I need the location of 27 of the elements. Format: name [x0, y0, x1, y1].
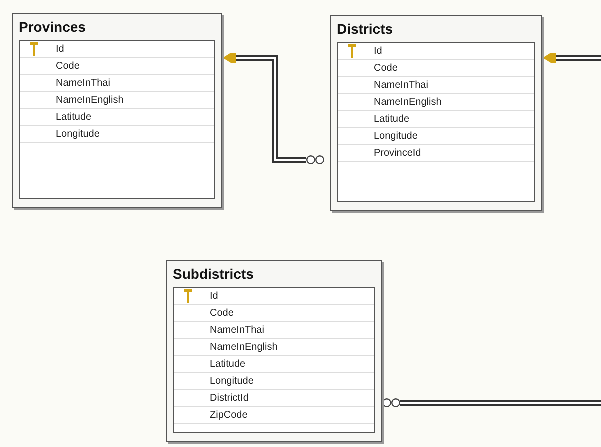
- column-name: NameInEnglish: [56, 94, 124, 108]
- table-title: Provinces: [19, 18, 87, 37]
- table-title: Subdistricts: [173, 265, 255, 284]
- key-icon: [184, 289, 192, 303]
- column-name: NameInThai: [56, 76, 110, 90]
- column-name: Latitude: [56, 110, 92, 124]
- column-name: Id: [374, 44, 382, 58]
- column-name: NameInEnglish: [210, 340, 278, 354]
- column-name: Longitude: [374, 130, 418, 144]
- column-name: Id: [56, 42, 64, 56]
- column-name: NameInEnglish: [374, 96, 442, 110]
- table-title: Districts: [337, 20, 394, 39]
- column-name: Longitude: [56, 128, 100, 142]
- key-icon: [348, 44, 356, 58]
- column-name: DistrictId: [210, 392, 249, 406]
- column-name: Code: [56, 60, 80, 74]
- column-name: ProvinceId: [374, 146, 422, 160]
- column-name: ZipCode: [210, 408, 248, 422]
- column-name: Code: [374, 62, 398, 76]
- key-icon: [30, 42, 38, 56]
- column-name: Id: [210, 290, 218, 304]
- column-name: Longitude: [210, 374, 254, 388]
- column-name: NameInThai: [374, 78, 428, 92]
- column-name: Code: [210, 306, 234, 320]
- column-name: Latitude: [210, 358, 246, 372]
- column-name: NameInThai: [210, 324, 264, 338]
- column-name: Latitude: [374, 112, 410, 126]
